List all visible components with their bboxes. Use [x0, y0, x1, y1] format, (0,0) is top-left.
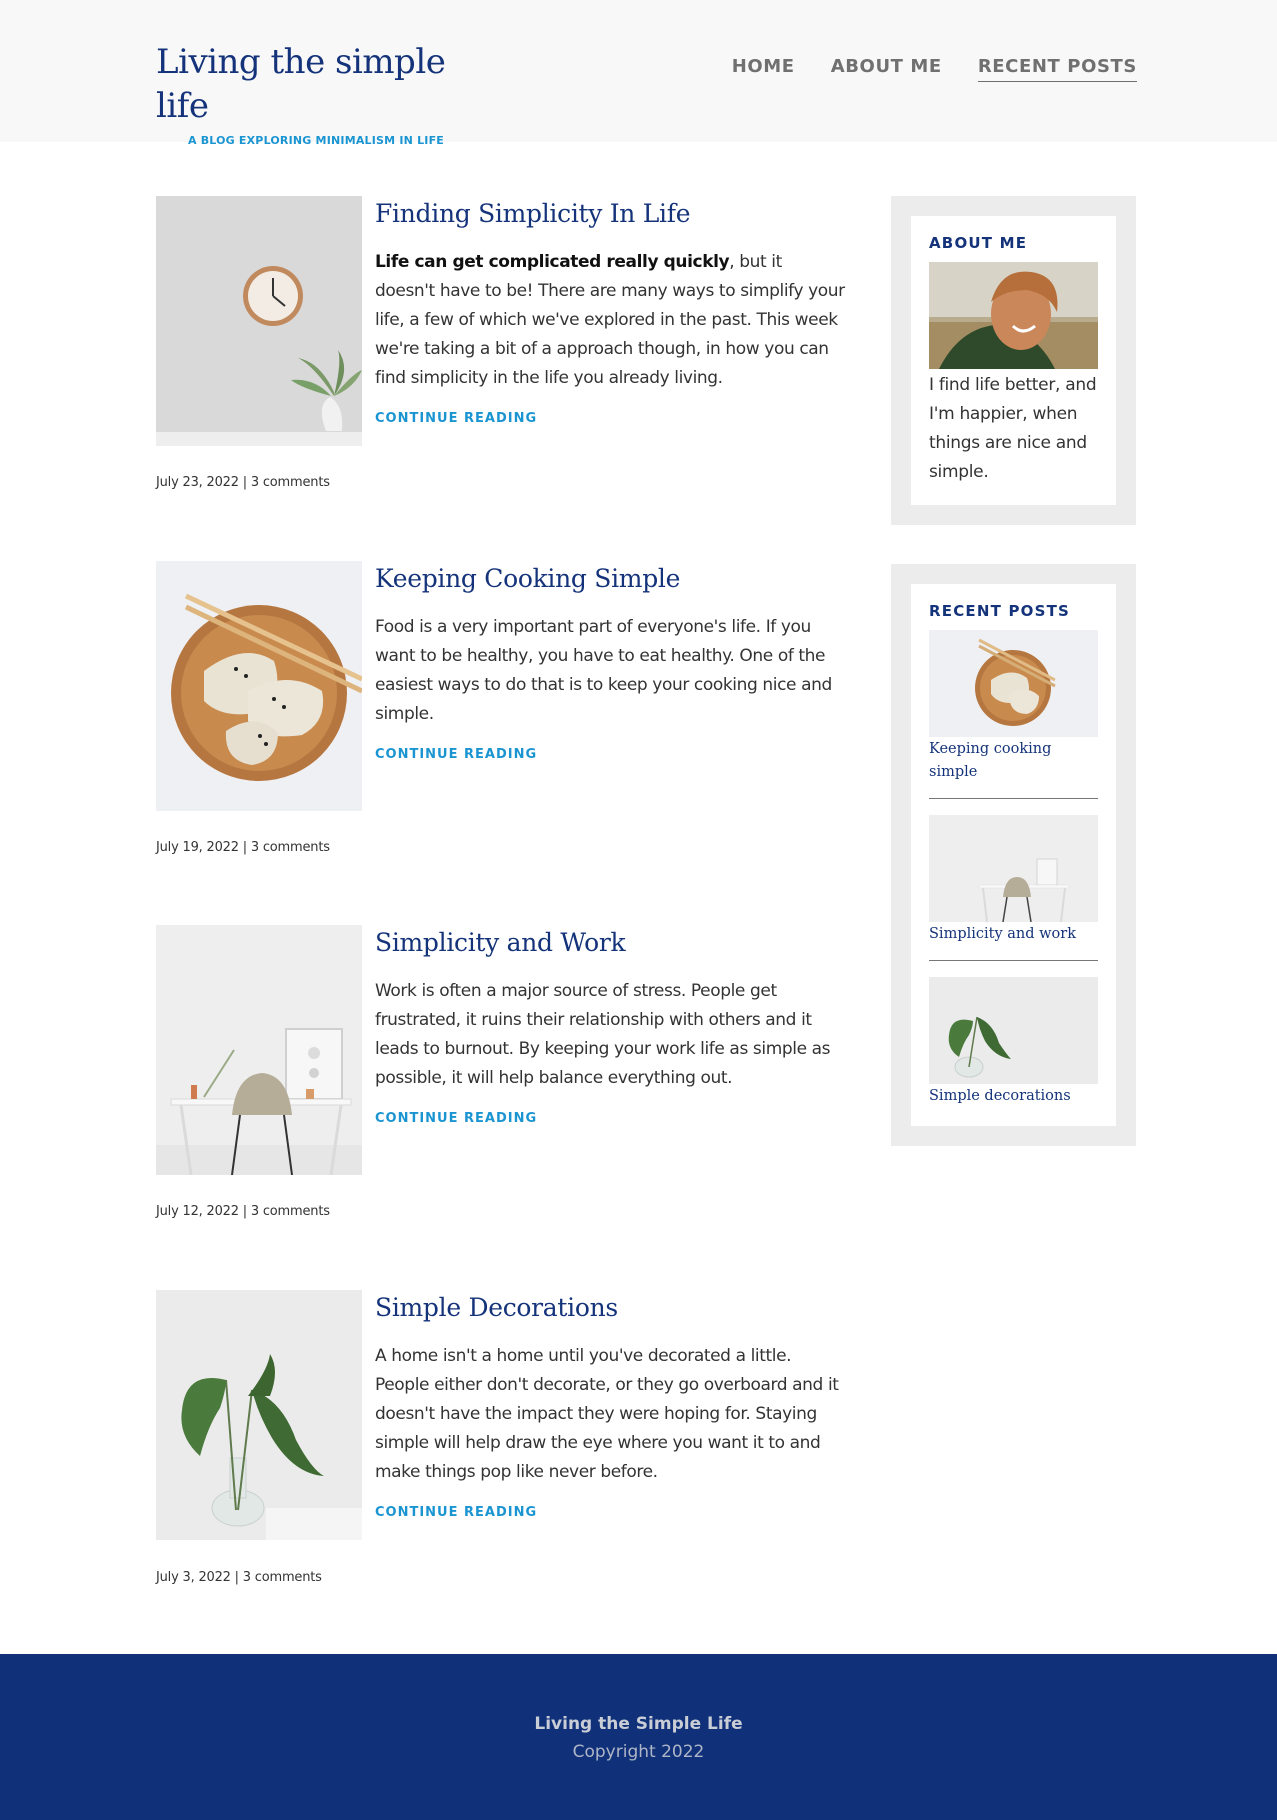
recent-post-link[interactable]: Simplicity and work — [929, 923, 1098, 946]
site-title[interactable]: Living the simple life — [156, 40, 476, 128]
nav-home[interactable]: HOME — [732, 56, 795, 82]
post-title[interactable]: Simplicity and Work — [375, 927, 845, 959]
dumplings-bowl-image[interactable] — [156, 561, 362, 811]
continue-reading-link[interactable]: CONTINUE READING — [375, 1505, 537, 1520]
footer-copyright: Copyright 2022 — [572, 1742, 705, 1762]
about-me-widget: ABOUT ME I find life better, and I'm hap… — [891, 196, 1136, 525]
nav-recent-posts[interactable]: RECENT POSTS — [977, 56, 1137, 82]
recent-post-link[interactable]: Simple decorations — [929, 1085, 1098, 1108]
post-excerpt: Work is often a major source of stress. … — [375, 981, 831, 1088]
post-card: Simplicity and Work Work is often a majo… — [156, 925, 846, 1225]
post-meta: July 12, 2022 | 3 comments — [156, 1204, 330, 1219]
post-excerpt: A home isn't a home until you've decorat… — [375, 1346, 839, 1482]
recent-posts-widget: RECENT POSTS Keeping cooking simple Simp… — [891, 564, 1136, 1146]
recent-post-item[interactable]: Simplicity and work — [929, 815, 1098, 946]
post-excerpt-text: , but it doesn't have to be! There are m… — [375, 252, 845, 388]
plant-in-vase-thumbnail[interactable] — [929, 977, 1098, 1084]
post-title[interactable]: Keeping Cooking Simple — [375, 563, 845, 595]
main-nav: HOME ABOUT ME RECENT POSTS — [732, 56, 1137, 82]
post-meta: July 19, 2022 | 3 comments — [156, 840, 330, 855]
post-excerpt-bold: Life can get complicated really quickly — [375, 252, 730, 272]
recent-post-link[interactable]: Keeping cooking simple — [929, 738, 1098, 784]
post-card: Simple Decorations A home isn't a home u… — [156, 1290, 846, 1590]
post-excerpt: Food is a very important part of everyon… — [375, 617, 832, 724]
post-card: Keeping Cooking Simple Food is a very im… — [156, 561, 846, 861]
post-card: Finding Simplicity In Life Life can get … — [156, 196, 846, 496]
footer-title: Living the Simple Life — [534, 1714, 743, 1734]
divider — [929, 798, 1098, 799]
post-title[interactable]: Simple Decorations — [375, 1292, 845, 1324]
clock-and-plant-image[interactable] — [156, 196, 362, 446]
about-text: I find life better, and I'm happier, whe… — [929, 375, 1097, 482]
desk-and-chair-thumbnail[interactable] — [929, 815, 1098, 922]
recent-post-item[interactable]: Simple decorations — [929, 977, 1098, 1108]
plant-in-vase-image[interactable] — [156, 1290, 362, 1540]
recent-post-item[interactable]: Keeping cooking simple — [929, 630, 1098, 784]
about-me-card: ABOUT ME I find life better, and I'm hap… — [911, 216, 1116, 505]
widget-title: ABOUT ME — [929, 234, 1028, 252]
nav-about-me[interactable]: ABOUT ME — [831, 56, 942, 82]
post-meta: July 23, 2022 | 3 comments — [156, 475, 330, 490]
brand: Living the simple life A BLOG EXPLORING … — [156, 40, 476, 147]
post-body: Finding Simplicity In Life Life can get … — [375, 196, 845, 426]
site-header: Living the simple life A BLOG EXPLORING … — [0, 0, 1277, 147]
widget-title: RECENT POSTS — [929, 602, 1071, 620]
continue-reading-link[interactable]: CONTINUE READING — [375, 1111, 537, 1126]
site-tagline: A BLOG EXPLORING MINIMALISM IN LIFE — [187, 134, 445, 147]
continue-reading-link[interactable]: CONTINUE READING — [375, 411, 537, 426]
recent-posts-card: RECENT POSTS Keeping cooking simple Simp… — [911, 584, 1116, 1126]
smiling-man-photo — [929, 262, 1098, 369]
divider — [929, 960, 1098, 961]
post-excerpt: Life can get complicated really quickly,… — [375, 248, 845, 393]
post-body: Simplicity and Work Work is often a majo… — [375, 925, 845, 1126]
site-footer: Living the Simple Life Copyright 2022 — [0, 1654, 1277, 1820]
post-meta: July 3, 2022 | 3 comments — [156, 1570, 322, 1585]
continue-reading-link[interactable]: CONTINUE READING — [375, 747, 537, 762]
post-body: Keeping Cooking Simple Food is a very im… — [375, 561, 845, 762]
dumplings-bowl-thumbnail[interactable] — [929, 630, 1098, 737]
desk-and-chair-image[interactable] — [156, 925, 362, 1175]
post-body: Simple Decorations A home isn't a home u… — [375, 1290, 845, 1520]
post-title[interactable]: Finding Simplicity In Life — [375, 198, 845, 230]
